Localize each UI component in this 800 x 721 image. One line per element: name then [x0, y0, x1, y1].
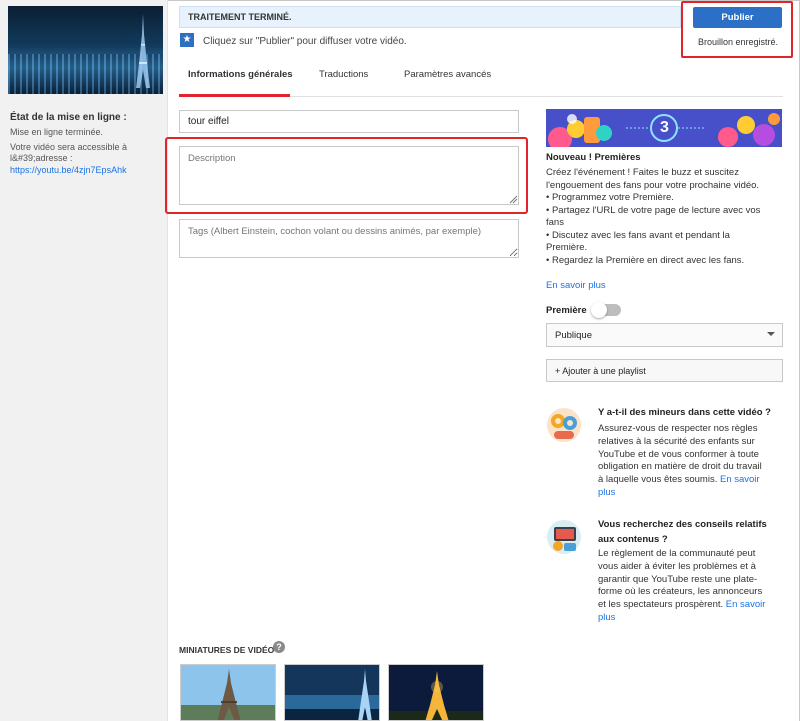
minors-info-body: Assurez-vous de respecter nos règles rel… [598, 423, 786, 500]
tab-advanced-settings[interactable]: Paramètres avancés [404, 69, 491, 80]
processing-status-text: TRAITEMENT TERMINÉ. [188, 12, 292, 22]
add-to-playlist-button[interactable]: + Ajouter à une playlist [546, 359, 783, 382]
chevron-down-icon [767, 332, 775, 336]
star-icon: ★ [180, 33, 194, 47]
tab-translations[interactable]: Traductions [319, 69, 368, 80]
minors-info-title: Y a-t-il des mineurs dans cette vidéo ? [598, 407, 771, 418]
children-icon [547, 408, 581, 442]
minors-info-line: Assurez-vous de respecter nos règles [598, 423, 758, 434]
premiere-line: Première. [546, 242, 588, 253]
minors-learn-more-link-cont[interactable]: plus [598, 487, 786, 500]
minors-info-line: YouTube et de vous conformer à toute [598, 448, 759, 460]
thumbnails-section-title: MINIATURES DE VIDÉO [179, 645, 275, 655]
content-learn-more-link-cont[interactable]: plus [598, 612, 786, 625]
content-learn-more-link[interactable]: En savoir [726, 599, 766, 610]
tab-general-info[interactable]: Informations générales [188, 69, 293, 80]
content-info-line: Le règlement de la communauté peut [598, 548, 756, 559]
eiffel-tower-dusk-image [285, 665, 379, 720]
content-info-title: Vous recherchez des conseils relatifs au… [598, 517, 767, 547]
draft-saved-text: Brouillon enregistré. [698, 37, 779, 47]
video-url-link[interactable]: https://youtu.be/4zjn7EpsAhk [10, 165, 127, 175]
premiere-description: Créez l'événement ! Faites le buzz et su… [546, 167, 784, 267]
minors-info-last-line: à laquelle vous êtes soumis. [598, 474, 718, 486]
content-info-title-line: aux contenus ? [598, 534, 668, 545]
thumbnail-option-2[interactable] [284, 664, 380, 721]
minors-info-line: relatives à la sécurité des enfants sur [598, 435, 755, 447]
content-info-last-line: et les spectateurs prospèrent. [598, 599, 724, 611]
content-guidelines-icon [547, 520, 581, 554]
video-preview[interactable] [8, 6, 163, 94]
premiere-line: l'engouement des fans pour votre prochai… [546, 179, 760, 191]
publish-hint-text: Cliquez sur "Publier" pour diffuser votr… [203, 36, 407, 47]
premiere-line: • Partagez l'URL de votre page de lectur… [546, 204, 761, 216]
content-info-title-line: Vous recherchez des conseils relatifs [598, 519, 767, 530]
premiere-countdown-number: 3 [660, 119, 669, 136]
content-info-line: et les spectateurs prospèrent. En savoir [598, 599, 786, 612]
premiere-toggle-knob[interactable] [591, 302, 607, 318]
video-title-input[interactable] [179, 110, 519, 133]
description-input[interactable] [179, 146, 519, 205]
content-info-line: forme où les créateurs, les annonceurs [598, 586, 763, 598]
help-icon[interactable]: ? [273, 641, 285, 653]
premiere-line: • Regardez la Première en direct avec le… [546, 254, 745, 266]
premiere-banner: 3 [546, 109, 782, 147]
premiere-heading: Nouveau ! Premières [546, 152, 641, 163]
content-info-body: Le règlement de la communauté peut vous … [598, 548, 786, 625]
resize-grip-icon[interactable] [508, 194, 518, 204]
active-tab-indicator [179, 94, 290, 97]
visibility-dropdown[interactable]: Publique [546, 323, 783, 347]
premiere-line: • Discutez avec les fans avant et pendan… [546, 229, 730, 241]
upload-accessible-text: Votre vidéo sera accessible à l&#39;adre… [10, 142, 128, 163]
premiere-learn-more-link[interactable]: En savoir plus [546, 280, 606, 291]
premiere-line: • Programmez votre Première. [546, 192, 674, 203]
content-info-line: vous aider à éviter les problèmes et à [598, 560, 756, 572]
content-info-line: garantir que YouTube reste une plate- [598, 573, 758, 585]
processing-status-bar: TRAITEMENT TERMINÉ. [179, 6, 681, 28]
minors-info-line: à laquelle vous êtes soumis. En savoir [598, 474, 786, 487]
publish-button[interactable]: Publier [693, 7, 782, 28]
eiffel-tower-day-image [181, 665, 275, 720]
upload-status-text: Mise en ligne terminée. [10, 127, 104, 137]
minors-info-line: obligation en matière de droit du travai… [598, 461, 762, 473]
premiere-line: Créez l'événement ! Faites le buzz et su… [546, 167, 739, 178]
eiffel-tower-icon [136, 14, 150, 88]
premiere-toggle-label: Première [546, 305, 587, 316]
left-sidebar: État de la mise en ligne : Mise en ligne… [0, 0, 168, 721]
eiffel-tower-night-image [389, 665, 483, 720]
thumbnail-option-1[interactable] [180, 664, 276, 721]
premiere-line: fans [546, 217, 564, 228]
thumbnail-option-3[interactable] [388, 664, 484, 721]
upload-status-title: État de la mise en ligne : [10, 112, 127, 123]
tags-input[interactable] [179, 219, 519, 258]
minors-learn-more-link[interactable]: En savoir [720, 474, 760, 485]
